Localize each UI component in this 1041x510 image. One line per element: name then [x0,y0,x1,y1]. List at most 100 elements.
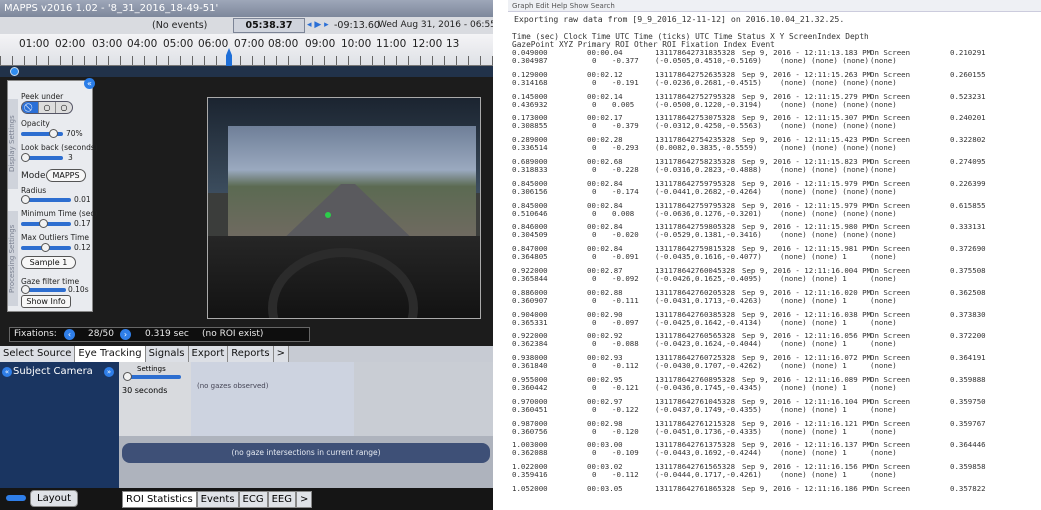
table-cell: (none) (none) (none) [780,121,869,131]
table-cell: (none) (none) (none) [780,165,869,174]
peek-under-label: Peek under [21,92,64,101]
toggle-icon[interactable] [6,495,26,501]
table-cell: 0.359858 [950,462,986,472]
max-outliers-value: 0.12 [74,243,91,252]
table-cell: (-0.0443,0.1692,-0.4244) [655,448,762,458]
table-cell: (-0.0236,0.2681,-0.4515) [655,77,762,87]
show-info-button[interactable]: Show Info [21,295,71,308]
opacity-slider[interactable] [21,129,63,138]
table-cell: 0.357822 [950,484,986,493]
tab-ecg[interactable]: ECG [238,491,268,508]
table-cell: 0 [592,56,597,65]
table-cell: 0 [592,448,597,458]
sample-select[interactable]: Sample 1 [21,256,76,269]
table-cell: 0.336514 [512,143,548,153]
table-cell: (-0.0426,0.1625,-0.4095) [655,274,762,283]
display-settings-tab[interactable]: Display Settings [8,99,18,189]
table-cell: (none) [870,77,897,87]
tab-export[interactable]: Export [188,346,229,362]
camera-icon[interactable]: « [2,367,12,377]
tab-events[interactable]: Events [196,491,239,508]
min-time-slider[interactable] [21,219,71,228]
seconds-value: 30 seconds [122,386,168,395]
seconds-slider[interactable] [123,372,181,381]
layout-button[interactable]: Layout [30,490,78,507]
timeline-scroll[interactable] [0,66,493,77]
roi-status: (no ROI exist) [202,329,264,339]
peek-option-icon[interactable]: ○ [56,102,72,113]
current-time-display[interactable]: 05:38.37 [233,18,305,33]
table-cell: (none) (none) 1 [780,448,847,458]
table-cell: (none) (none) (none) [780,230,869,240]
opacity-label: Opacity [21,119,50,128]
viewer-menu[interactable]: Graph Edit Help Show Search [508,0,1041,12]
table-cell: (-0.0529,0.1381,-0.3416) [655,230,762,240]
table-cell: 0.373830 [950,309,986,319]
tab-select-source[interactable]: Select Source [0,346,76,362]
tick-label: 02:00 [55,38,86,50]
table-cell: (none) (none) (none) [780,99,869,109]
table-cell: -0.088 [612,339,639,349]
gaze-filter-slider[interactable] [21,285,66,294]
scroll-knob[interactable] [10,67,19,76]
processing-settings-tab[interactable]: Processing Settings [8,211,18,306]
tab-roi-statistics[interactable]: ROI Statistics [122,491,197,508]
table-cell: (none) (none) (none) [780,143,869,153]
table-cell: 0.005 [612,99,635,109]
mode-select[interactable]: MAPPS [46,169,86,182]
table-cell: (-0.0316,0.2823,-0.4888) [655,165,762,174]
prev-fixation-icon[interactable]: ‹ [64,329,75,340]
table-cell: 0 [592,186,597,196]
table-cell: (none) [870,143,897,153]
table-cell: 0 [592,208,597,218]
max-outliers-slider[interactable] [21,243,71,252]
slider-thumb[interactable] [39,219,48,228]
table-cell: 0.210291 [950,48,986,57]
mode-label: Mode: [21,171,49,181]
empty-area [354,362,493,436]
tab-eye-tracking[interactable]: Eye Tracking [75,346,146,362]
table-cell: 0.372690 [950,244,986,254]
look-back-slider[interactable] [21,153,63,162]
table-cell: 0.304509 [512,230,548,240]
no-peek-icon[interactable]: ⃠ [22,102,39,113]
scene-video [207,97,481,319]
tab-signals[interactable]: Signals [145,346,189,362]
slider-thumb[interactable] [21,285,30,294]
tab-more[interactable]: > [273,346,289,362]
table-cell: (-0.0444,0.1717,-0.4261) [655,470,762,480]
tab-eeg[interactable]: EEG [267,491,296,508]
table-cell: 0 [592,230,597,240]
table-cell: (none) [870,274,897,283]
table-cell: (none) [870,426,897,436]
timeline-ruler[interactable]: 01:00 02:00 03:00 04:00 05:00 06:00 07:0… [0,34,493,66]
collapse-icon[interactable]: « [84,78,95,89]
table-cell: (none) [870,470,897,480]
fixations-label: Fixations: [14,329,57,339]
table-cell: (0.0082,0.3835,-0.5559) [655,143,758,153]
slider-thumb[interactable] [49,129,58,138]
table-cell: 0.314168 [512,77,548,87]
peek-under-toggle[interactable]: ⃠ ○ ○ [21,101,73,114]
tab-more[interactable]: > [295,491,313,508]
slider-thumb[interactable] [21,195,30,204]
slider-thumb[interactable] [21,153,30,162]
table-cell: 00:03.05 [587,484,623,493]
play-controls[interactable]: ◂ ▶ ▸ [307,17,329,34]
gaze-intersections-bar: (no gaze intersections in current range) [122,443,490,463]
radius-slider[interactable] [21,195,71,204]
camera-menu-icon[interactable]: » [104,367,114,377]
peek-option-icon[interactable]: ○ [39,102,56,113]
table-cell: (-0.0436,0.1745,-0.4345) [655,383,762,392]
table-cell: (none) [870,186,897,196]
bottom-tabs: ROI Statistics Events ECG EEG > [122,491,313,508]
table-cell: (-0.0431,0.1713,-0.4263) [655,295,762,305]
slider-thumb[interactable] [123,372,132,381]
tick-label: 07:00 [234,38,265,50]
next-fixation-icon[interactable]: › [120,329,131,340]
table-cell: (none) (none) 1 [780,339,847,349]
table-cell: -0.092 [612,274,639,283]
table-cell: -0.293 [612,143,639,153]
slider-thumb[interactable] [41,243,50,252]
tab-reports[interactable]: Reports [228,346,274,362]
